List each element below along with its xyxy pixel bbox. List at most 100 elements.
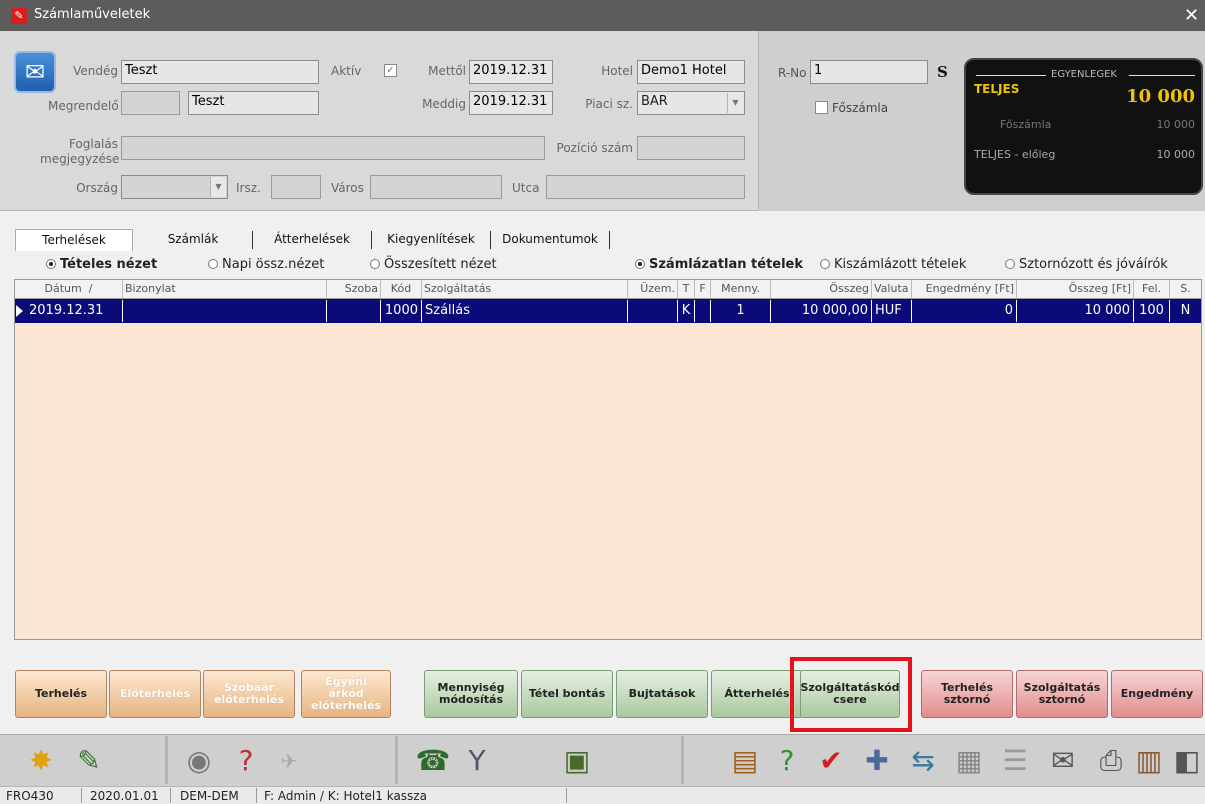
to-date-field[interactable]: 2019.12.31: [469, 91, 553, 115]
star-icon[interactable]: ✸: [22, 742, 60, 780]
col-f[interactable]: F: [695, 280, 711, 299]
question-icon[interactable]: ?: [768, 742, 806, 780]
from-date-field[interactable]: 2019.12.31: [469, 60, 553, 84]
radio-summary-view[interactable]: Összesített nézet: [370, 257, 497, 272]
main-balance-value: 10 000: [1156, 118, 1196, 131]
bujtatasok-button[interactable]: Bujtatások: [616, 670, 708, 718]
col-fel[interactable]: Fel.: [1134, 280, 1170, 299]
egyeni-arkod-eloterheles-button[interactable]: Egyéni árkód előterhelés: [301, 670, 391, 718]
cell-s[interactable]: N: [1170, 300, 1201, 322]
help-head-icon[interactable]: ?: [227, 742, 265, 780]
pen-icon[interactable]: ✎: [70, 742, 108, 780]
orderer-code-field[interactable]: [121, 91, 180, 115]
col-szolgaltatas[interactable]: Szolgáltatás: [422, 280, 628, 299]
radio-detailed-view[interactable]: Tételes nézet: [46, 257, 157, 272]
tab-szamlak[interactable]: Számlák: [134, 229, 252, 251]
terheles-sztorno-button[interactable]: Terhelés sztornó: [921, 670, 1013, 718]
balance-divider: [1129, 75, 1195, 76]
col-bizonylat[interactable]: Bizonylat: [123, 280, 327, 299]
cell-date[interactable]: 2019.12.31: [26, 300, 123, 322]
guest-label: Vendég: [73, 64, 118, 78]
from-label: Mettől: [428, 64, 466, 78]
radio-invoiced[interactable]: Kiszámlázott tételek: [820, 257, 966, 272]
col-osszeg-ft[interactable]: Összeg [Ft]: [1017, 280, 1134, 299]
plane-icon[interactable]: ✈: [270, 742, 308, 780]
engedmeny-button[interactable]: Engedmény: [1111, 670, 1203, 718]
tab-terhelesek[interactable]: Terhelések: [15, 229, 133, 251]
printer-icon[interactable]: ▦: [950, 742, 988, 780]
tetel-bontas-button[interactable]: Tétel bontás: [521, 670, 613, 718]
guest-field[interactable]: Teszt: [121, 60, 319, 84]
mail-icon[interactable]: ✉: [1044, 742, 1082, 780]
folder-icon[interactable]: ▥: [1130, 742, 1168, 780]
col-s[interactable]: S.: [1170, 280, 1201, 299]
hotel-field[interactable]: Demo1 Hotel: [637, 60, 745, 84]
szobaar-eloterheles-button[interactable]: Szobaár előterhelés: [203, 670, 295, 718]
zip-field[interactable]: [271, 175, 321, 199]
col-osszeg[interactable]: Összeg: [771, 280, 872, 299]
cell-qty[interactable]: 1: [711, 300, 771, 322]
advance-value: 10 000: [1156, 148, 1196, 161]
phone-icon[interactable]: ☎: [414, 742, 452, 780]
exit-door-icon[interactable]: ◧: [1168, 742, 1205, 780]
position-field[interactable]: [637, 136, 745, 160]
radio-uninvoiced[interactable]: Számlázatlan tételek: [635, 257, 803, 272]
stack-icon[interactable]: ☰: [996, 742, 1034, 780]
col-uzem[interactable]: Üzem.: [628, 280, 678, 299]
cell-service[interactable]: Szállás: [422, 300, 628, 322]
cell-amount-ft[interactable]: 10 000: [1017, 300, 1134, 322]
cell-doc[interactable]: [123, 300, 327, 322]
cell-fel[interactable]: 100: [1134, 300, 1170, 322]
cell-discount[interactable]: 0: [912, 300, 1017, 322]
active-checkbox[interactable]: ✓: [384, 64, 397, 77]
radio-label: Tételes nézet: [60, 257, 158, 272]
booking-note-field[interactable]: [121, 136, 545, 160]
col-datum[interactable]: Dátum /: [15, 280, 123, 299]
rno-field[interactable]: 1: [810, 60, 928, 84]
cell-currency[interactable]: HUF: [872, 300, 912, 322]
col-valuta[interactable]: Valuta: [872, 280, 912, 299]
city-field[interactable]: [370, 175, 502, 199]
col-menny[interactable]: Menny.: [711, 280, 771, 299]
col-t[interactable]: T: [678, 280, 695, 299]
szolgaltatas-sztorno-button[interactable]: Szolgáltatás sztornó: [1016, 670, 1108, 718]
status-separator: [566, 788, 567, 803]
document-icon[interactable]: ▤: [726, 742, 764, 780]
invoice-icon[interactable]: ✉: [14, 51, 56, 93]
tab-kiegyenlitesek[interactable]: Kiegyenlítések: [372, 229, 490, 251]
mennyiseg-modositas-button[interactable]: Mennyiség módosítás: [424, 670, 518, 718]
cell-unit[interactable]: [628, 300, 678, 322]
tv-icon[interactable]: ▣: [558, 742, 596, 780]
col-kod[interactable]: Kód: [381, 280, 422, 299]
coins-icon[interactable]: ◉: [180, 742, 218, 780]
print-out-icon[interactable]: ⎙: [1092, 742, 1130, 780]
status-dept: DEM-DEM: [180, 789, 239, 803]
orderer-name-field[interactable]: Teszt: [188, 91, 319, 115]
chevron-down-icon[interactable]: ▼: [727, 93, 743, 113]
col-szoba[interactable]: Szoba: [327, 280, 381, 299]
charges-grid[interactable]: [14, 279, 1202, 640]
close-icon[interactable]: ✕: [1184, 5, 1199, 26]
chevron-down-icon[interactable]: ▼: [210, 177, 226, 197]
cell-amount[interactable]: 10 000,00: [771, 300, 872, 322]
radio-label: Kiszámlázott tételek: [834, 257, 967, 272]
col-engedmeny[interactable]: Engedmény [Ft]: [912, 280, 1017, 299]
market-dropdown[interactable]: BAR ▼: [637, 91, 745, 115]
glass-icon[interactable]: Y: [458, 742, 496, 780]
cell-f[interactable]: [695, 300, 711, 322]
cell-t[interactable]: K: [678, 300, 695, 322]
money-plus-icon[interactable]: ✚: [858, 742, 896, 780]
country-dropdown[interactable]: ▼: [121, 175, 228, 199]
radio-daily-view[interactable]: Napi össz.nézet: [208, 257, 324, 272]
checkmark-icon[interactable]: ✔: [812, 742, 850, 780]
radio-storno[interactable]: Sztornózott és jóváírók: [1005, 257, 1168, 272]
terheles-button[interactable]: Terhelés: [15, 670, 107, 718]
cell-room[interactable]: [327, 300, 381, 322]
eloterheles-button[interactable]: Előterhelés: [109, 670, 201, 718]
tab-atterhelesek[interactable]: Átterhelések: [253, 229, 371, 251]
street-field[interactable]: [546, 175, 745, 199]
main-invoice-checkbox[interactable]: [815, 101, 828, 114]
cell-code[interactable]: 1000: [381, 300, 422, 322]
transfer-icon[interactable]: ⇆: [904, 742, 942, 780]
tab-dokumentumok[interactable]: Dokumentumok: [491, 229, 609, 251]
